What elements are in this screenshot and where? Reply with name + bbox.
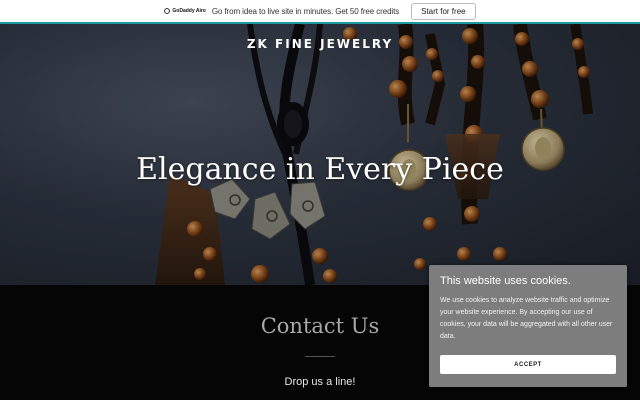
start-for-free-button[interactable]: Start for free [411, 2, 476, 20]
hero-title: Elegance in Every Piece [136, 152, 504, 187]
cookie-title: This website uses cookies. [440, 275, 571, 287]
godaddy-logo[interactable]: GoDaddy Airo [164, 8, 206, 14]
cookie-accept-button[interactable]: ACCEPT [440, 355, 616, 374]
hero-section: ZK FINE JEWELRY Elegance in Every Piece [0, 24, 640, 285]
promo-message: Go from idea to live site in minutes. Ge… [211, 6, 400, 16]
promo-bar: GoDaddy Airo Go from idea to live site i… [0, 0, 640, 24]
godaddy-icon [164, 8, 171, 14]
cookie-body: We use cookies to analyze website traffi… [440, 297, 613, 340]
contact-divider [305, 356, 335, 357]
godaddy-logo-text: GoDaddy Airo [172, 8, 206, 14]
site-brand[interactable]: ZK FINE JEWELRY [0, 37, 640, 51]
cookie-banner: This website uses cookies. We use cookie… [429, 265, 627, 387]
